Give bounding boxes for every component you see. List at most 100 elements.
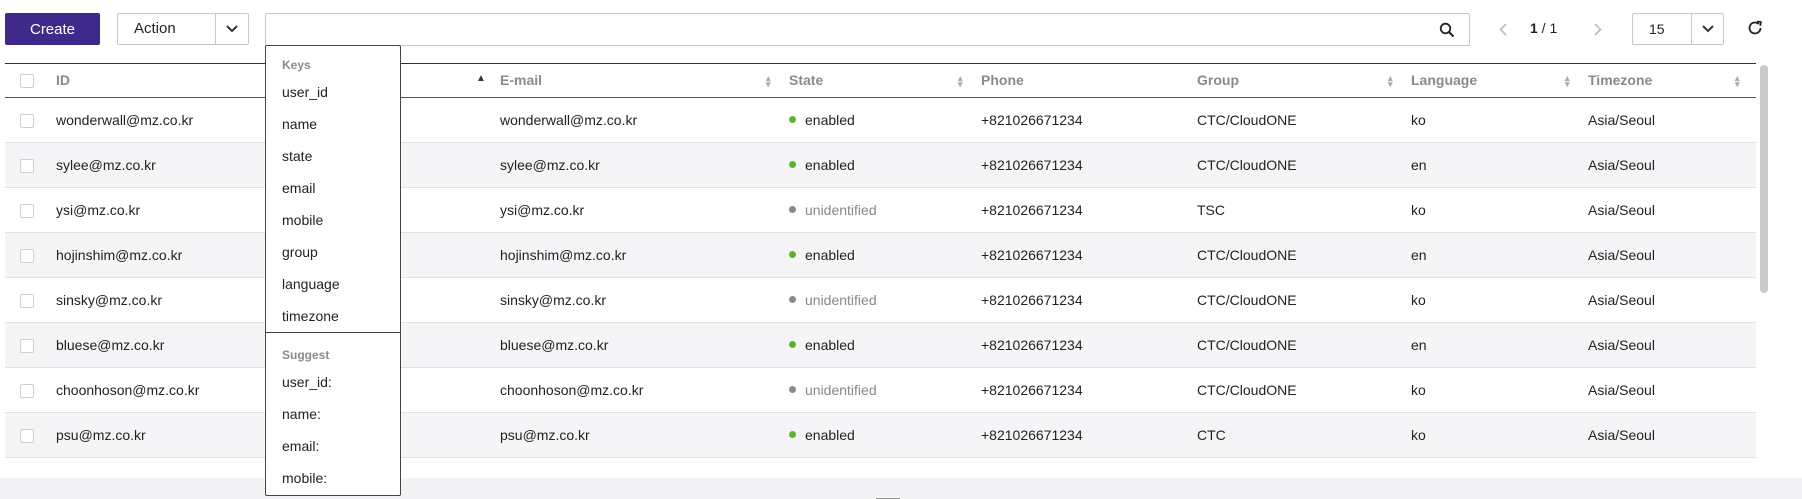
row-select-cell (5, 187, 56, 233)
cell-state: unidentified (789, 277, 981, 323)
cell-language: en (1411, 322, 1588, 368)
create-button[interactable]: Create (5, 13, 100, 45)
key-option[interactable]: group (266, 236, 400, 268)
cell-state: unidentified (789, 187, 981, 233)
key-option[interactable]: name (266, 108, 400, 140)
search-icon[interactable] (1439, 22, 1455, 38)
cell-state: enabled (789, 142, 981, 188)
cell-language: ko (1411, 367, 1588, 413)
cell-language: ko (1411, 412, 1588, 458)
row-select-cell (5, 322, 56, 368)
cell-timezone: Asia/Seoul (1588, 412, 1756, 458)
row-checkbox[interactable] (20, 158, 34, 173)
sort-icon[interactable]: ▴ ▾ (1735, 74, 1740, 89)
key-option[interactable]: language (266, 268, 400, 300)
row-select-cell (5, 412, 56, 458)
cell-group: CTC/CloudONE (1197, 277, 1411, 323)
sort-asc-icon[interactable]: ▲ (476, 74, 486, 84)
select-all-checkbox[interactable] (20, 74, 34, 89)
cell-group: CTC (1197, 412, 1411, 458)
column-header-group[interactable]: Group ▴ ▾ (1197, 64, 1411, 98)
status-dot-icon (789, 341, 796, 349)
row-checkbox[interactable] (20, 428, 34, 443)
sort-icon[interactable]: ▴ ▾ (1565, 74, 1570, 89)
key-option[interactable]: user_id (266, 76, 400, 108)
row-checkbox[interactable] (20, 113, 34, 128)
cell-state: enabled (789, 232, 981, 278)
search-suggestions-dropdown: Keys user_id name state email mobile group lan… (265, 45, 401, 496)
cell-phone: +821026671234 (981, 97, 1197, 143)
scrollbar-thumb[interactable] (1760, 65, 1768, 293)
cell-email: hojinshim@mz.co.kr (500, 232, 789, 278)
sort-icon[interactable]: ▴ ▾ (1388, 74, 1393, 89)
cell-group: CTC/CloudONE (1197, 142, 1411, 188)
cell-group: CTC/CloudONE (1197, 232, 1411, 278)
pagination-separator: / (1537, 20, 1550, 36)
cell-email: bluese@mz.co.kr (500, 322, 789, 368)
cell-group: CTC/CloudONE (1197, 97, 1411, 143)
column-header-phone[interactable]: Phone (981, 64, 1197, 98)
status-dot-icon (789, 116, 796, 124)
state-text: enabled (805, 111, 855, 128)
search-input[interactable] (266, 14, 1416, 45)
pagination-total: 1 (1549, 20, 1558, 36)
suggest-option[interactable]: mobile: (266, 462, 400, 494)
cell-email: choonhoson@mz.co.kr (500, 367, 789, 413)
key-option[interactable]: email (266, 172, 400, 204)
prev-page-icon[interactable] (1495, 17, 1511, 41)
row-checkbox[interactable] (20, 383, 34, 398)
cell-state: enabled (789, 322, 981, 368)
key-option[interactable]: state (266, 140, 400, 172)
cell-language: en (1411, 142, 1588, 188)
suggest-option[interactable]: user_id: (266, 366, 400, 398)
action-dropdown[interactable]: Action (117, 13, 249, 45)
column-header-timezone[interactable]: Timezone ▴ ▾ (1588, 64, 1756, 98)
column-header-language[interactable]: Language ▴ ▾ (1411, 64, 1588, 98)
sort-icon[interactable]: ▴ ▾ (958, 74, 963, 89)
pagination-text: 1 / 1 (1530, 20, 1557, 36)
state-text: enabled (805, 426, 855, 443)
cell-phone: +821026671234 (981, 142, 1197, 188)
page-size-select[interactable]: 15 (1632, 13, 1724, 45)
dropdown-divider (266, 332, 400, 333)
state-text: unidentified (805, 201, 877, 218)
row-select-cell (5, 142, 56, 188)
search-bar[interactable] (265, 13, 1470, 46)
next-page-icon[interactable] (1590, 17, 1606, 41)
status-dot-icon (789, 296, 796, 304)
cell-timezone: Asia/Seoul (1588, 367, 1756, 413)
page-size-value: 15 (1649, 21, 1665, 37)
suggest-option[interactable]: email: (266, 430, 400, 462)
status-dot-icon (789, 431, 796, 439)
action-dropdown-label: Action (134, 20, 176, 37)
column-header-email[interactable]: E-mail ▴ ▾ (500, 64, 789, 98)
cell-email: sinsky@mz.co.kr (500, 277, 789, 323)
row-checkbox[interactable] (20, 203, 34, 218)
suggest-option[interactable]: name: (266, 398, 400, 430)
column-header-state[interactable]: State ▴ ▾ (789, 64, 981, 98)
row-checkbox[interactable] (20, 248, 34, 263)
cell-group: TSC (1197, 187, 1411, 233)
cell-language: ko (1411, 97, 1588, 143)
row-checkbox[interactable] (20, 293, 34, 308)
refresh-icon[interactable] (1746, 19, 1764, 37)
row-select-cell (5, 367, 56, 413)
suggest-heading: Suggest (282, 348, 330, 362)
chevron-down-icon[interactable] (1691, 14, 1723, 44)
status-dot-icon (789, 206, 796, 214)
cell-timezone: Asia/Seoul (1588, 97, 1756, 143)
row-select-cell (5, 97, 56, 143)
cell-state: enabled (789, 97, 981, 143)
state-text: unidentified (805, 291, 877, 308)
key-option[interactable]: timezone (266, 300, 400, 332)
vertical-scrollbar[interactable] (1760, 65, 1768, 463)
chevron-down-icon[interactable] (215, 14, 248, 44)
row-checkbox[interactable] (20, 338, 34, 353)
cell-group: CTC/CloudONE (1197, 367, 1411, 413)
sort-icon[interactable]: ▴ ▾ (766, 74, 771, 89)
resize-handle-icon[interactable] (876, 491, 900, 499)
cell-timezone: Asia/Seoul (1588, 187, 1756, 233)
cell-phone: +821026671234 (981, 232, 1197, 278)
key-option[interactable]: mobile (266, 204, 400, 236)
cell-phone: +821026671234 (981, 412, 1197, 458)
